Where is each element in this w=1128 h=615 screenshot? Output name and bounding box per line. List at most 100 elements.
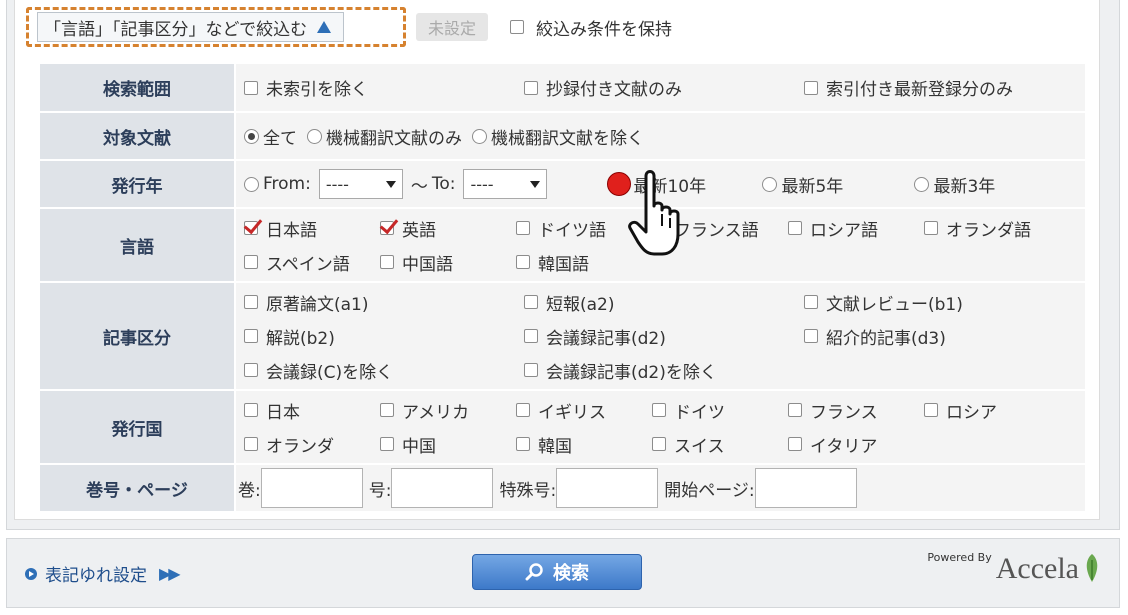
- checkbox[interactable]: [924, 221, 938, 235]
- type-exclude-proceedings[interactable]: 会議録(C)を除く: [244, 358, 524, 383]
- checkbox-checked[interactable]: [244, 221, 258, 235]
- type-introductory-article[interactable]: 紹介的記事(d3): [804, 324, 946, 349]
- country-italy[interactable]: イタリア: [788, 432, 877, 457]
- option-label: 韓国: [538, 436, 572, 457]
- checkbox[interactable]: [788, 437, 802, 451]
- checkbox[interactable]: [244, 437, 258, 451]
- row-label-country: 発行国: [40, 390, 235, 465]
- radio-button[interactable]: [307, 128, 322, 144]
- special-issue-label: 特殊号:: [499, 480, 557, 501]
- radio-exclude-mt[interactable]: 機械翻訳文献を除く: [472, 124, 644, 149]
- option-label: スイス: [674, 436, 725, 457]
- keep-conditions-option[interactable]: 絞込み条件を保持: [510, 15, 672, 40]
- type-literature-review[interactable]: 文献レビュー(b1): [804, 290, 963, 315]
- from-year-select[interactable]: ----: [318, 169, 403, 199]
- country-usa[interactable]: アメリカ: [380, 398, 516, 423]
- checkbox[interactable]: [380, 255, 394, 269]
- lang-spanish[interactable]: スペイン語: [244, 250, 380, 275]
- lang-dutch[interactable]: オランダ語: [924, 216, 1031, 241]
- country-germany[interactable]: ドイツ: [652, 398, 788, 423]
- lang-english[interactable]: 英語: [380, 216, 516, 241]
- country-switzerland[interactable]: スイス: [652, 432, 788, 457]
- checkbox[interactable]: [244, 403, 258, 417]
- checkbox[interactable]: [380, 437, 394, 451]
- radio-button[interactable]: [762, 176, 778, 192]
- country-china[interactable]: 中国: [380, 432, 516, 457]
- checkbox[interactable]: [516, 403, 530, 417]
- checkbox[interactable]: [804, 80, 818, 95]
- unset-button[interactable]: 未設定: [416, 13, 489, 41]
- hand-pointer-cursor-icon: [628, 170, 680, 256]
- radio-range[interactable]: From:: [244, 174, 311, 194]
- checkbox[interactable]: [804, 329, 818, 343]
- volume-label: 巻:: [238, 480, 261, 501]
- option-abstract-only[interactable]: 抄録付き文献のみ: [524, 75, 804, 100]
- checkbox[interactable]: [524, 80, 538, 95]
- option-label: 機械翻訳文献のみ: [326, 128, 462, 149]
- country-netherlands[interactable]: オランダ: [244, 432, 380, 457]
- checkbox[interactable]: [788, 403, 802, 417]
- checkbox[interactable]: [244, 255, 258, 269]
- country-korea[interactable]: 韓国: [516, 432, 652, 457]
- filter-table: 検索範囲 未索引を除く 抄録付き文献のみ 索引付き最新登録分のみ 対象文献 全て…: [40, 64, 1085, 513]
- volume-input[interactable]: [260, 468, 363, 508]
- lang-korean[interactable]: 韓国語: [516, 250, 589, 275]
- checkbox[interactable]: [524, 295, 538, 309]
- type-original-paper[interactable]: 原著論文(a1): [244, 290, 524, 315]
- radio-latest-5[interactable]: 最新5年: [762, 172, 914, 197]
- checkbox-checked[interactable]: [380, 221, 394, 235]
- issue-input[interactable]: [391, 468, 494, 508]
- option-latest-indexed[interactable]: 索引付き最新登録分のみ: [804, 75, 1013, 100]
- country-japan[interactable]: 日本: [244, 398, 380, 423]
- option-label: ロシア語: [810, 220, 878, 241]
- checkbox[interactable]: [244, 80, 258, 95]
- checkbox[interactable]: [652, 403, 666, 417]
- country-france[interactable]: フランス: [788, 398, 924, 423]
- lang-japanese[interactable]: 日本語: [244, 216, 380, 241]
- variant-settings-link[interactable]: 表記ゆれ設定 ▶▶: [25, 561, 181, 586]
- checkbox[interactable]: [516, 437, 530, 451]
- country-russia[interactable]: ロシア: [924, 398, 997, 423]
- radio-latest-3[interactable]: 最新3年: [914, 172, 995, 197]
- checkbox[interactable]: [524, 329, 538, 343]
- checkbox[interactable]: [244, 295, 258, 309]
- from-label: From:: [263, 174, 311, 194]
- option-label: 未索引を除く: [266, 80, 368, 100]
- radio-button[interactable]: [244, 176, 259, 192]
- checkbox[interactable]: [788, 221, 802, 235]
- checkbox[interactable]: [244, 363, 258, 377]
- type-commentary[interactable]: 解説(b2): [244, 324, 524, 349]
- footer-bar: 表記ゆれ設定 ▶▶ 検索 Powered By Accela: [6, 538, 1120, 608]
- checkbox[interactable]: [924, 403, 938, 417]
- type-exclude-conference-article[interactable]: 会議録記事(d2)を除く: [524, 358, 717, 383]
- lang-russian[interactable]: ロシア語: [788, 216, 924, 241]
- checkbox[interactable]: [380, 403, 394, 417]
- option-exclude-unindexed[interactable]: 未索引を除く: [244, 75, 524, 100]
- radio-button[interactable]: [244, 128, 259, 144]
- variant-settings-label: 表記ゆれ設定: [45, 566, 147, 586]
- option-label: イタリア: [810, 436, 878, 457]
- type-short-report[interactable]: 短報(a2): [524, 290, 804, 315]
- country-uk[interactable]: イギリス: [516, 398, 652, 423]
- row-target-docs: 対象文献 全て 機械翻訳文献のみ 機械翻訳文献を除く: [40, 112, 1085, 161]
- radio-button[interactable]: [914, 176, 930, 192]
- checkbox[interactable]: [244, 329, 258, 343]
- start-page-input[interactable]: [754, 468, 857, 508]
- row-search-scope: 検索範囲 未索引を除く 抄録付き文献のみ 索引付き最新登録分のみ: [40, 64, 1085, 113]
- checkbox[interactable]: [652, 437, 666, 451]
- checkbox[interactable]: [516, 221, 530, 235]
- filter-toggle-button[interactable]: 「言語」「記事区分」などで絞込む: [37, 12, 345, 42]
- radio-mt-only[interactable]: 機械翻訳文献のみ: [307, 124, 462, 149]
- option-label: 中国語: [402, 254, 453, 275]
- special-issue-input[interactable]: [556, 468, 659, 508]
- to-year-select[interactable]: ----: [463, 169, 548, 199]
- checkbox[interactable]: [804, 295, 818, 309]
- search-button[interactable]: 検索: [472, 554, 642, 590]
- type-conference-article[interactable]: 会議録記事(d2): [524, 324, 804, 349]
- keep-conditions-checkbox[interactable]: [510, 20, 525, 34]
- checkbox[interactable]: [516, 255, 530, 269]
- checkbox[interactable]: [524, 363, 538, 377]
- radio-all[interactable]: 全て: [244, 124, 297, 149]
- radio-button[interactable]: [472, 128, 487, 144]
- lang-chinese[interactable]: 中国語: [380, 250, 516, 275]
